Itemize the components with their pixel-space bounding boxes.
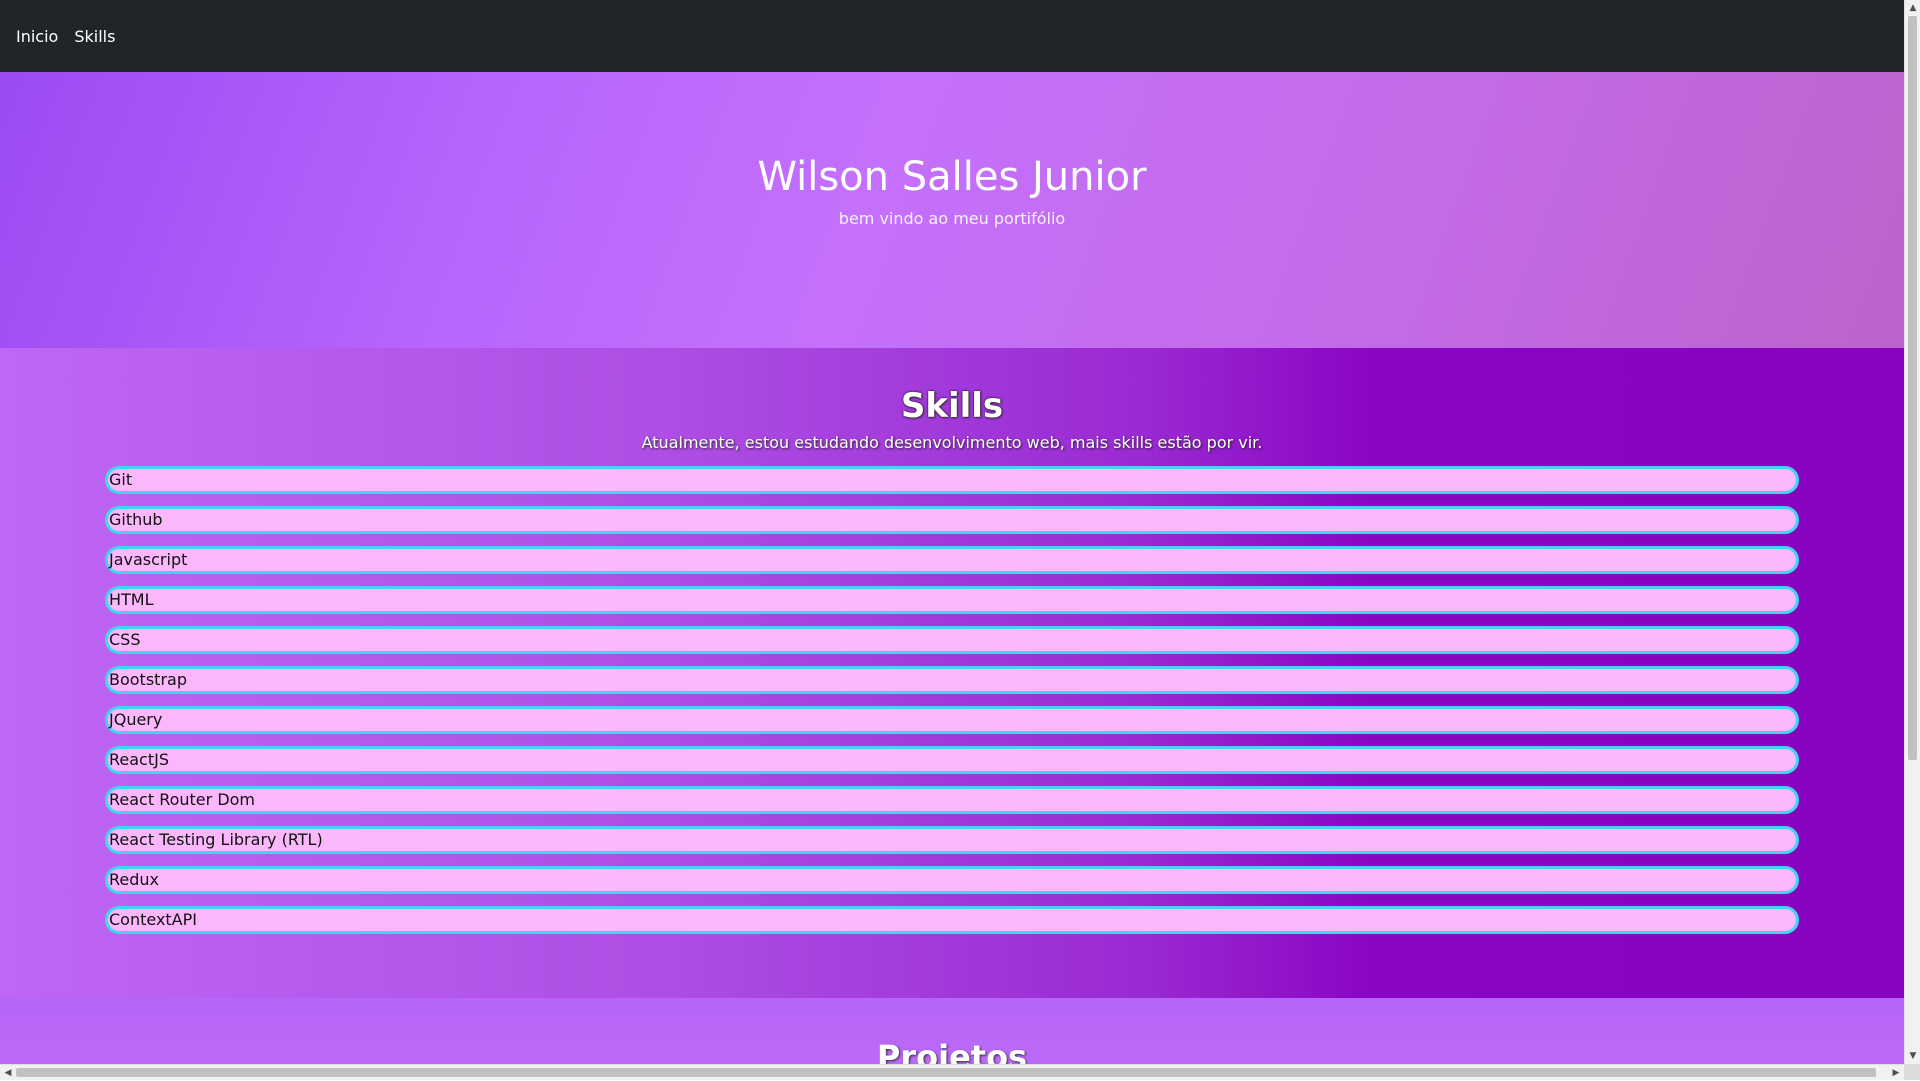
skill-item-contextapi: ContextAPI [105, 906, 1799, 934]
nav-link-inicio[interactable]: Inicio [16, 27, 58, 46]
hero-subtitle: bem vindo ao meu portifólio [839, 209, 1065, 228]
skill-item-react-router-dom: React Router Dom [105, 786, 1799, 814]
skill-item-html: HTML [105, 586, 1799, 614]
skill-item-css: CSS [105, 626, 1799, 654]
skill-item-bootstrap: Bootstrap [105, 666, 1799, 694]
skill-item-git: Git [105, 466, 1799, 494]
vertical-scrollbar[interactable]: ▲ ▼ [1904, 0, 1920, 1064]
page-viewport: Inicio Skills Wilson Salles Junior bem v… [0, 0, 1904, 1064]
hero-section: Wilson Salles Junior bem vindo ao meu po… [0, 72, 1904, 348]
skill-item-redux: Redux [105, 866, 1799, 894]
horizontal-scrollbar-thumb[interactable] [16, 1068, 1876, 1077]
scroll-left-arrow-icon[interactable]: ◀ [0, 1065, 16, 1081]
top-navbar: Inicio Skills [0, 0, 1904, 72]
projects-title: Projetos [877, 1038, 1027, 1064]
skills-title: Skills [901, 386, 1003, 427]
scroll-up-arrow-icon[interactable]: ▲ [1905, 0, 1920, 16]
projects-section: Projetos [0, 998, 1904, 1064]
skills-list: Git Github Javascript HTML CSS Bootstrap… [105, 466, 1799, 946]
horizontal-scrollbar[interactable]: ◀ ▶ [0, 1064, 1904, 1080]
skill-item-github: Github [105, 506, 1799, 534]
hero-title: Wilson Salles Junior [757, 153, 1146, 201]
vertical-scrollbar-thumb[interactable] [1908, 16, 1917, 760]
scroll-down-arrow-icon[interactable]: ▼ [1905, 1048, 1920, 1064]
skills-section: Skills Atualmente, estou estudando desen… [0, 348, 1904, 998]
scroll-right-arrow-icon[interactable]: ▶ [1888, 1065, 1904, 1081]
skills-description: Atualmente, estou estudando desenvolvime… [642, 433, 1263, 452]
scrollbar-corner [1904, 1064, 1920, 1080]
skill-item-jquery: JQuery [105, 706, 1799, 734]
skill-item-javascript: Javascript [105, 546, 1799, 574]
skill-item-reactjs: ReactJS [105, 746, 1799, 774]
skill-item-react-testing-library: React Testing Library (RTL) [105, 826, 1799, 854]
nav-link-skills[interactable]: Skills [74, 27, 115, 46]
